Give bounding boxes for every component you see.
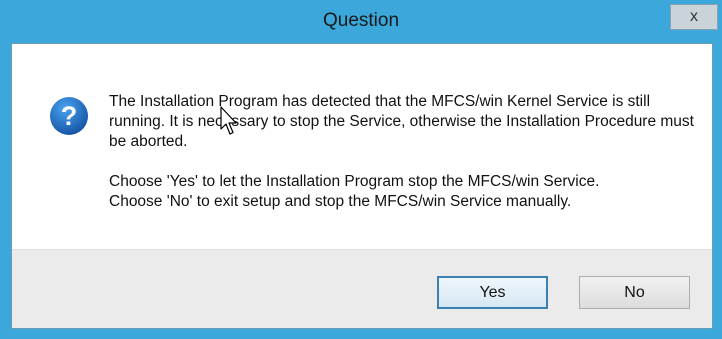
close-button[interactable]: x [670, 4, 718, 30]
dialog-window: Question x ? The Installation Program ha… [0, 0, 722, 339]
message-text: The Installation Program has detected th… [109, 92, 699, 212]
mouse-cursor-icon [220, 106, 237, 135]
message-paragraph-1: The Installation Program has detected th… [109, 93, 694, 150]
message-area: ? The Installation Program has detected … [12, 44, 712, 252]
title-bar[interactable]: Question x [0, 0, 722, 43]
button-bar: Yes No [12, 249, 712, 328]
message-line-yes: Choose 'Yes' to let the Installation Pro… [109, 173, 600, 190]
close-icon: x [690, 8, 698, 25]
no-button[interactable]: No [579, 276, 690, 309]
svg-text:?: ? [61, 101, 78, 131]
message-line-no: Choose 'No' to exit setup and stop the M… [109, 193, 572, 210]
yes-button[interactable]: Yes [437, 276, 548, 309]
question-icon: ? [50, 97, 88, 135]
dialog-client-area: ? The Installation Program has detected … [11, 43, 713, 329]
message-paragraph-2: Choose 'Yes' to let the Installation Pro… [109, 172, 699, 212]
dialog-title: Question [322, 10, 400, 31]
